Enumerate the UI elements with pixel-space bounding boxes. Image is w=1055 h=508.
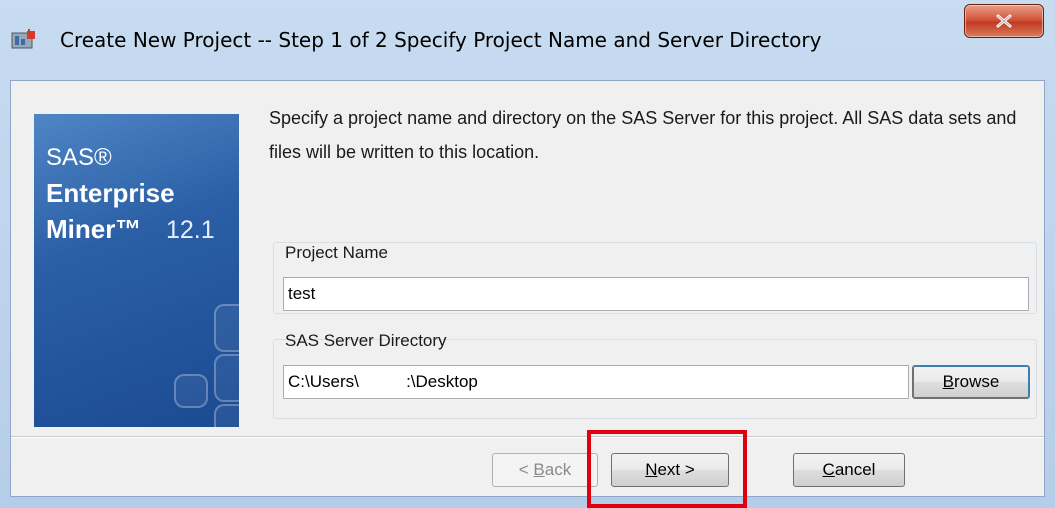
instructions-text: Specify a project name and directory on …	[269, 108, 1017, 162]
banner-decoration	[214, 304, 239, 352]
banner-version: 12.1	[166, 216, 215, 244]
close-icon	[996, 14, 1012, 28]
close-button[interactable]	[964, 4, 1044, 38]
dialog-window: Create New Project -- Step 1 of 2 Specif…	[0, 0, 1055, 508]
banner-decoration	[214, 354, 239, 402]
next-button-highlight	[587, 430, 747, 508]
app-icon	[10, 27, 38, 51]
window-title: Create New Project -- Step 1 of 2 Specif…	[60, 28, 822, 52]
banner-enterprise: Enterprise	[46, 178, 175, 208]
dialog-body: SAS® Enterprise Miner™ 12.1 Specify a pr…	[10, 80, 1045, 497]
product-banner: SAS® Enterprise Miner™ 12.1	[34, 114, 239, 427]
project-name-input[interactable]	[283, 277, 1029, 311]
banner-decoration	[174, 374, 208, 408]
browse-button-label: Browse	[942, 372, 1000, 391]
cancel-button[interactable]: Cancel	[793, 453, 905, 487]
cancel-button-label: Cancel	[822, 460, 876, 479]
footer-separator	[11, 436, 1044, 438]
server-directory-input[interactable]	[283, 365, 909, 399]
back-button[interactable]: < Back	[492, 453, 598, 487]
project-name-label: Project Name	[285, 243, 388, 262]
browse-button[interactable]: Browse	[912, 365, 1030, 399]
banner-decoration	[214, 404, 239, 427]
title-bar[interactable]: Create New Project -- Step 1 of 2 Specif…	[0, 0, 1055, 80]
server-directory-label: SAS Server Directory	[285, 331, 447, 350]
banner-miner: Miner™	[46, 214, 142, 244]
banner-sas: SAS®	[46, 144, 112, 171]
back-button-label: < Back	[518, 460, 572, 479]
